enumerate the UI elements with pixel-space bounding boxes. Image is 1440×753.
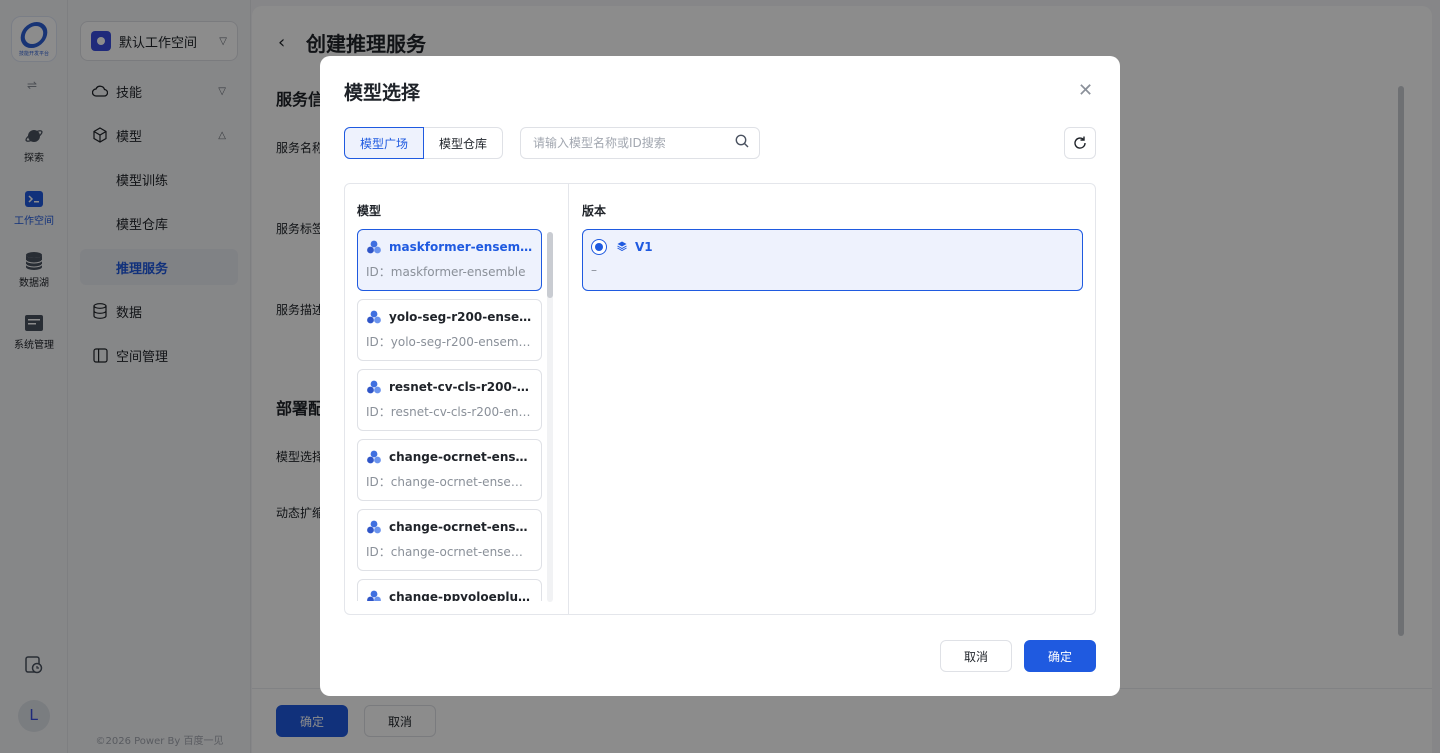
model-card[interactable]: change-ocrnet-ensemble ID：change-ocrnet-e… bbox=[357, 509, 542, 571]
model-list: maskformer-ensemble ID：maskformer-ensembl… bbox=[357, 229, 543, 601]
model-cubes-icon bbox=[366, 449, 382, 465]
close-icon[interactable]: ✕ bbox=[1078, 82, 1093, 100]
model-list-scrollbar[interactable] bbox=[547, 232, 553, 602]
version-radio[interactable] bbox=[591, 239, 607, 255]
model-card[interactable]: resnet-cv-cls-r200-ensemble ID：resnet-cv-… bbox=[357, 369, 542, 431]
version-option[interactable]: V1 – bbox=[582, 229, 1083, 291]
model-id: ID：yolo-seg-r200-ensemble bbox=[366, 335, 533, 349]
model-card[interactable]: maskformer-ensemble ID：maskformer-ensembl… bbox=[357, 229, 542, 291]
model-cubes-icon bbox=[366, 239, 382, 255]
model-card[interactable]: change-ocrnet-ensemble ID：change-ocrnet-e… bbox=[357, 439, 542, 501]
model-select-dialog: 模型选择 ✕ 模型广场 模型仓库 模型 maskformer-ensemble I… bbox=[320, 56, 1120, 696]
model-column-header: 模型 bbox=[357, 204, 382, 218]
refresh-icon bbox=[1074, 136, 1086, 149]
model-id: ID：resnet-cv-cls-r200-ensemble bbox=[366, 405, 533, 419]
version-description: – bbox=[591, 263, 597, 277]
model-id: ID：change-ocrnet-ensemble bbox=[366, 475, 533, 489]
model-name: resnet-cv-cls-r200-ensemble bbox=[389, 380, 533, 394]
model-cubes-icon bbox=[366, 309, 382, 325]
version-column: 版本 V1 – bbox=[570, 184, 1095, 614]
model-name: yolo-seg-r200-ensemble bbox=[389, 310, 533, 324]
source-segmented-control: 模型广场 模型仓库 bbox=[344, 127, 504, 159]
refresh-button[interactable] bbox=[1064, 127, 1096, 159]
layers-icon bbox=[617, 240, 627, 255]
version-column-header: 版本 bbox=[582, 204, 607, 218]
model-id: ID：maskformer-ensemble bbox=[366, 265, 526, 279]
dialog-cancel-button[interactable]: 取消 bbox=[940, 640, 1012, 672]
model-name: change-ppyoloeplus-ensemble bbox=[389, 590, 533, 601]
model-name: change-ocrnet-ensemble bbox=[389, 450, 533, 464]
model-column: 模型 maskformer-ensemble ID：maskformer-ense… bbox=[345, 184, 569, 614]
version-name: V1 bbox=[635, 240, 653, 254]
model-id: ID：change-ocrnet-ensemble bbox=[366, 545, 533, 559]
search-icon[interactable] bbox=[735, 134, 749, 152]
scrollbar-thumb[interactable] bbox=[547, 232, 553, 298]
selection-panel: 模型 maskformer-ensemble ID：maskformer-ense… bbox=[344, 183, 1096, 615]
model-card[interactable]: yolo-seg-r200-ensemble ID：yolo-seg-r200-e… bbox=[357, 299, 542, 361]
model-cubes-icon bbox=[366, 589, 382, 601]
model-name: change-ocrnet-ensemble bbox=[389, 520, 533, 534]
dialog-title: 模型选择 bbox=[344, 82, 421, 104]
search-input[interactable] bbox=[533, 136, 735, 150]
search-box bbox=[520, 127, 760, 159]
model-card[interactable]: change-ppyoloeplus-ensemble bbox=[357, 579, 542, 601]
tab-model-repo[interactable]: 模型仓库 bbox=[424, 127, 504, 159]
model-cubes-icon bbox=[366, 519, 382, 535]
model-name: maskformer-ensemble bbox=[389, 240, 533, 254]
dialog-confirm-button[interactable]: 确定 bbox=[1024, 640, 1096, 672]
model-cubes-icon bbox=[366, 379, 382, 395]
tab-model-square[interactable]: 模型广场 bbox=[344, 127, 425, 159]
